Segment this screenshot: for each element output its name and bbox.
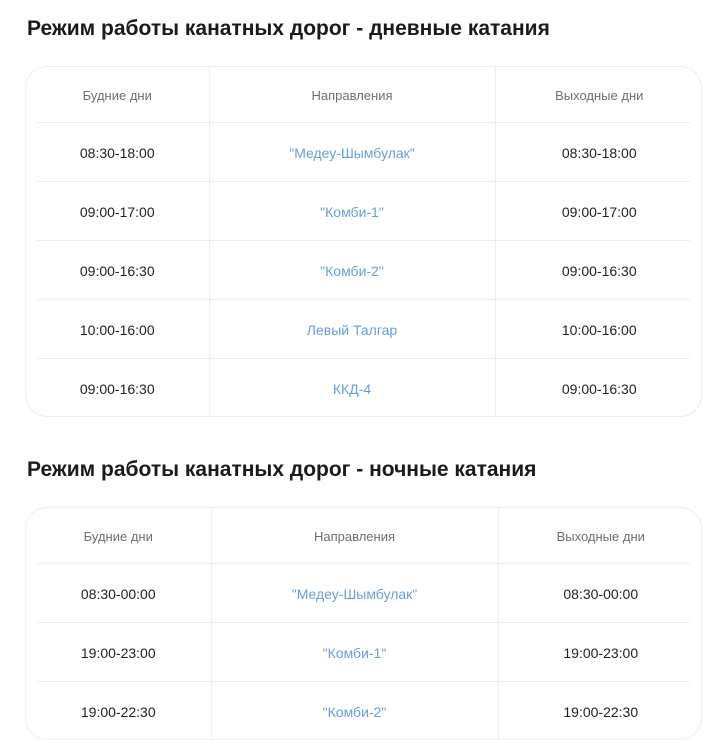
- row-divider: [37, 681, 690, 682]
- column-header-weekdays: Будние дни: [26, 508, 212, 564]
- weekday-hours: 19:00-23:00: [26, 623, 212, 682]
- weekend-hours: 19:00-23:00: [563, 644, 639, 661]
- night-schedule-title: Режим работы канатных дорог - ночные кат…: [27, 458, 537, 481]
- day-schedule-title: Режим работы канатных дорог - дневные ка…: [27, 17, 550, 40]
- table-row: 08:30-00:00 "Медеу-Шымбулак" 08:30-00:00: [26, 564, 701, 623]
- weekday-hours: 09:00-16:30: [26, 241, 210, 300]
- weekend-hours: 08:30-18:00: [561, 144, 637, 161]
- row-divider: [37, 240, 690, 241]
- direction-link[interactable]: "Комби-1": [211, 623, 499, 682]
- table-row: 09:00-16:30 "Комби-2" 09:00-16:30: [26, 241, 701, 300]
- weekday-hours: 08:30-18:00: [26, 123, 210, 182]
- column-header-weekdays: Будние дни: [26, 67, 210, 123]
- direction-link[interactable]: "Комби-1": [209, 182, 496, 241]
- table-row: 09:00-17:00 "Комби-1" 09:00-17:00: [26, 182, 701, 241]
- direction-link[interactable]: ККД-4: [209, 359, 496, 416]
- column-header-weekends: Выходные дни: [556, 528, 645, 544]
- day-schedule-table: Будние дни Направления Выходные дни 08:3…: [25, 66, 702, 417]
- night-schedule-table: Будние дни Направления Выходные дни 08:3…: [25, 507, 702, 740]
- column-header-directions: Направления: [209, 67, 496, 123]
- weekday-hours: 09:00-16:30: [26, 359, 210, 416]
- weekend-hours: 09:00-16:30: [561, 262, 637, 279]
- direction-link[interactable]: "Комби-2": [209, 241, 496, 300]
- table-row: 19:00-23:00 "Комби-1" 19:00-23:00: [26, 623, 701, 682]
- direction-link[interactable]: "Медеу-Шымбулак": [211, 564, 499, 623]
- weekend-hours: 09:00-17:00: [561, 203, 637, 220]
- row-divider: [37, 622, 690, 623]
- row-divider: [37, 358, 690, 359]
- direction-link[interactable]: Левый Талгар: [209, 300, 496, 359]
- weekend-hours: 09:00-16:30: [561, 380, 637, 397]
- direction-link[interactable]: "Медеу-Шымбулак": [209, 123, 496, 182]
- column-header-directions: Направления: [211, 508, 499, 564]
- weekday-hours: 19:00-22:30: [26, 682, 212, 739]
- direction-link[interactable]: "Комби-2": [211, 682, 499, 739]
- table-row: 09:00-16:30 ККД-4 09:00-16:30: [26, 359, 701, 416]
- table-row: 08:30-18:00 "Медеу-Шымбулак" 08:30-18:00: [26, 123, 701, 182]
- table-row: 19:00-22:30 "Комби-2" 19:00-22:30: [26, 682, 701, 739]
- row-divider: [37, 122, 690, 123]
- weekend-hours: 19:00-22:30: [563, 703, 639, 720]
- weekday-hours: 09:00-17:00: [26, 182, 210, 241]
- row-divider: [37, 181, 690, 182]
- column-header-weekends: Выходные дни: [555, 87, 644, 103]
- weekday-hours: 08:30-00:00: [26, 564, 212, 623]
- row-divider: [37, 563, 690, 564]
- weekday-hours: 10:00-16:00: [26, 300, 210, 359]
- weekend-hours: 08:30-00:00: [563, 585, 639, 602]
- table-row: 10:00-16:00 Левый Талгар 10:00-16:00: [26, 300, 701, 359]
- row-divider: [37, 299, 690, 300]
- weekend-hours: 10:00-16:00: [561, 321, 637, 338]
